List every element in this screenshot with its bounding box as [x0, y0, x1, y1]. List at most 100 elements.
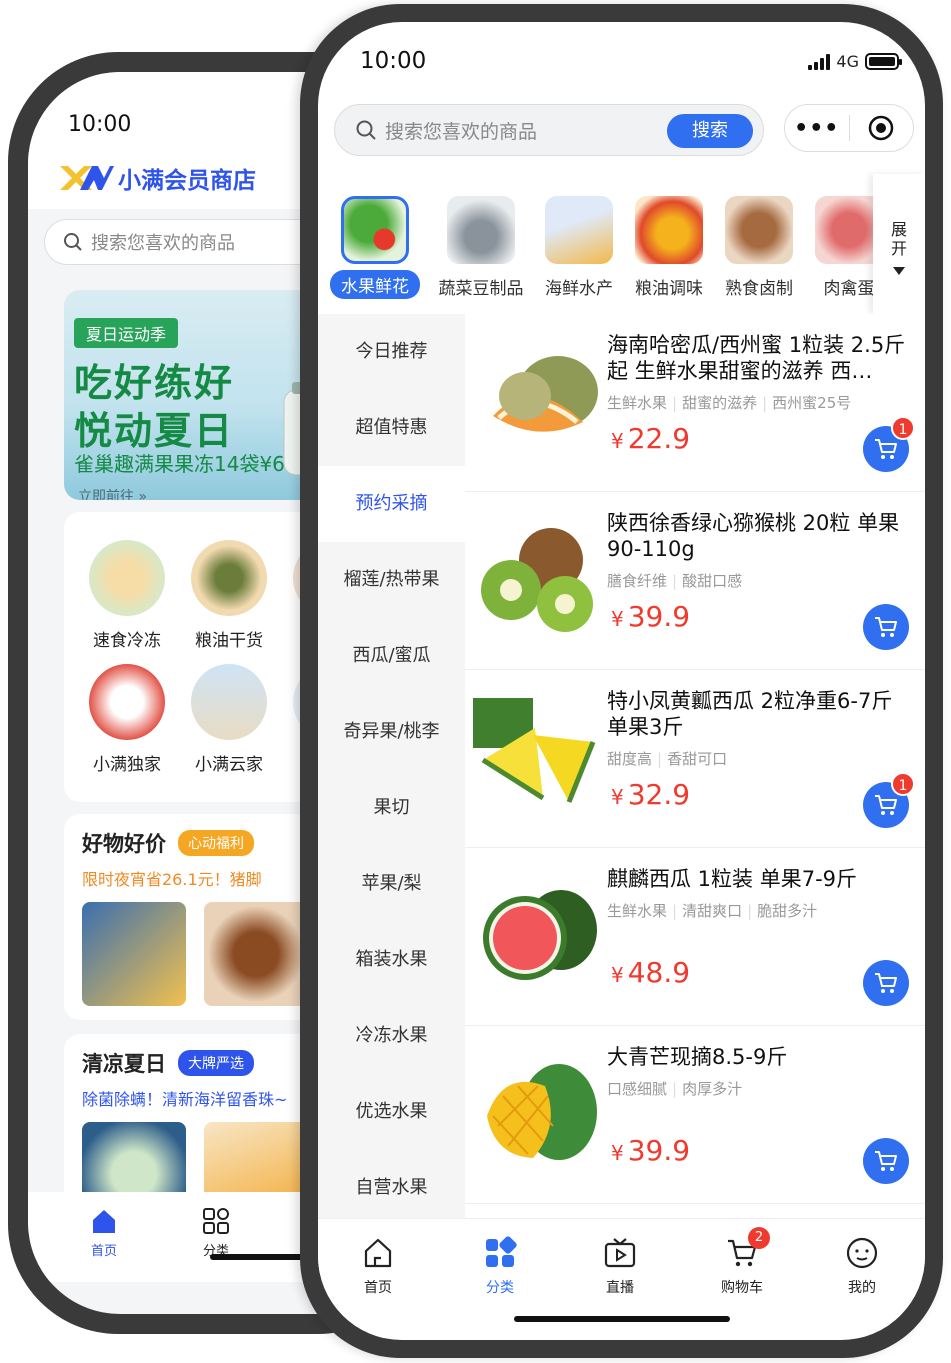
- pork-knuckle-image[interactable]: [204, 902, 308, 1006]
- back-tab-home[interactable]: 首页: [74, 1206, 134, 1259]
- top-category-grain[interactable]: 粮油调味: [624, 196, 714, 299]
- watermelon-image: [483, 890, 597, 980]
- product-card[interactable]: 大青芒现摘8.5-9斤 口感细腻 | 肉厚多汁 ¥39.9: [465, 1026, 925, 1204]
- product-tag: 西州蜜25号: [772, 394, 852, 412]
- product-card[interactable]: 特小凤黄瓤西瓜 2粒净重6-7斤 单果3斤 甜度高 | 香甜可口 ¥32.9 1: [465, 670, 925, 848]
- tab-profile[interactable]: 我的: [822, 1233, 902, 1297]
- product-tag: 生鲜水果: [607, 902, 668, 920]
- product-price: ¥22.9: [611, 422, 690, 455]
- currency-symbol: ¥: [611, 607, 624, 631]
- product-tag: 膳食纤维: [607, 572, 668, 590]
- add-to-cart-button[interactable]: 1: [863, 772, 915, 828]
- banner-promo-text: 雀巢趣满果果冻14袋¥69: [74, 452, 298, 476]
- top-category-label: 海鲜水产: [545, 279, 613, 299]
- category-item[interactable]: 粮油干货: [184, 540, 274, 651]
- side-nav-item[interactable]: 自营水果: [318, 1150, 465, 1226]
- product-tags: 生鲜水果 | 甜蜜的滋养 | 西州蜜25号: [607, 394, 852, 412]
- exclusive-image: [89, 664, 165, 740]
- mango-image: [487, 1064, 597, 1160]
- banner-headline-1: 吃好练好: [74, 361, 235, 405]
- tab-label: 我的: [848, 1280, 876, 1296]
- side-nav-item[interactable]: 榴莲/热带果: [318, 542, 465, 618]
- product-tags: 膳食纤维 | 酸甜口感: [607, 572, 743, 590]
- side-nav-item[interactable]: 今日推荐: [318, 314, 465, 390]
- top-category-deli[interactable]: 熟食卤制: [714, 196, 804, 299]
- product-card[interactable]: 麒麟西瓜 1粒装 单果7-9斤 生鲜水果 | 清甜爽口 | 脆甜多汁 ¥48.9: [465, 848, 925, 1026]
- cart-count-badge: 1: [891, 416, 915, 440]
- cantaloupe-image: [493, 356, 598, 432]
- product-tag: 生鲜水果: [607, 394, 668, 412]
- home-icon: [93, 1210, 115, 1233]
- product-title: 海南哈密瓜/西州蜜 1粒装 2.5斤起 生鲜水果甜蜜的滋养 西…: [607, 333, 906, 383]
- deal-badge: 心动福利: [178, 830, 254, 856]
- category-icon: [486, 1236, 517, 1267]
- more-menu-icon[interactable]: •••: [785, 116, 849, 141]
- add-to-cart-button[interactable]: [863, 960, 909, 1006]
- category-item[interactable]: 速食冷冻: [82, 540, 172, 651]
- cart-icon: [875, 617, 897, 637]
- side-nav-item[interactable]: 冷冻水果: [318, 998, 465, 1074]
- tab-label: 分类: [486, 1280, 514, 1296]
- braised-meat-image: [725, 196, 793, 264]
- vegetable-basket-image: [341, 196, 409, 264]
- side-nav-item[interactable]: 优选水果: [318, 1074, 465, 1150]
- front-phone-screen: 10:00 4G 搜索您喜欢的商品 搜索 ••• 水果鲜花 蔬菜豆制品 海鲜水产…: [318, 22, 925, 1340]
- front-phone: 10:00 4G 搜索您喜欢的商品 搜索 ••• 水果鲜花 蔬菜豆制品 海鲜水产…: [300, 4, 943, 1358]
- side-nav-item[interactable]: 超值特惠: [318, 390, 465, 466]
- close-target-icon[interactable]: [850, 115, 914, 141]
- yellow-watermelon-image: [473, 698, 596, 803]
- add-to-cart-button[interactable]: [863, 604, 909, 650]
- product-list: 海南哈密瓜/西州蜜 1粒装 2.5斤起 生鲜水果甜蜜的滋养 西… 生鲜水果 | 甜蜜…: [465, 314, 925, 1234]
- add-to-cart-button[interactable]: [863, 1138, 909, 1184]
- product-tag: 口感细腻: [607, 1080, 668, 1098]
- search-row: 搜索您喜欢的商品 搜索 •••: [334, 104, 925, 156]
- cart-icon: [875, 439, 897, 459]
- side-nav-item-active[interactable]: 预约采摘: [318, 466, 465, 542]
- home-goods-image: [191, 664, 267, 740]
- top-category-label: 熟食卤制: [725, 279, 793, 299]
- back-tab-category[interactable]: 分类: [186, 1206, 246, 1259]
- home-indicator: [514, 1316, 730, 1322]
- tab-category[interactable]: 分类: [460, 1233, 540, 1297]
- category-item[interactable]: 小满独家: [82, 664, 172, 775]
- add-to-cart-button[interactable]: 1: [863, 416, 915, 472]
- top-category-fruit[interactable]: 水果鲜花: [330, 196, 420, 299]
- product-tag: 清甜爽口: [682, 902, 743, 920]
- side-nav-item[interactable]: 奇异果/桃李: [318, 694, 465, 770]
- product-card[interactable]: 海南哈密瓜/西州蜜 1粒装 2.5斤起 生鲜水果甜蜜的滋养 西… 生鲜水果 | 甜蜜…: [465, 314, 925, 492]
- side-nav-item[interactable]: 果切: [318, 770, 465, 846]
- mockup-stage: 10:00 小满会员商店 搜索您喜欢的商品 夏日运动季 吃好练好 悦动夏日 雀巢…: [0, 0, 951, 1363]
- price-value: 39.9: [627, 600, 691, 633]
- side-nav-item[interactable]: 苹果/梨: [318, 846, 465, 922]
- currency-symbol: ¥: [611, 429, 624, 453]
- side-nav-item[interactable]: 箱装水果: [318, 922, 465, 998]
- tab-live[interactable]: 直播: [580, 1233, 660, 1297]
- category-item[interactable]: 小满云家: [184, 664, 274, 775]
- battery-icon: [865, 53, 902, 70]
- side-nav-item[interactable]: 西瓜/蜜瓜: [318, 618, 465, 694]
- product-tag: 肉厚多汁: [682, 1080, 743, 1098]
- bottom-tab-bar: 首页 分类 直播 2 购物车 我的: [318, 1218, 925, 1338]
- tab-cart[interactable]: 2 购物车: [702, 1227, 782, 1297]
- product-card[interactable]: 陕西徐香绿心猕猴桃 20粒 单果90-110g 膳食纤维 | 酸甜口感 ¥39.9: [465, 492, 925, 670]
- tab-home[interactable]: 首页: [338, 1233, 418, 1297]
- tab-label: 购物车: [721, 1280, 763, 1296]
- search-input[interactable]: 搜索您喜欢的商品 搜索: [334, 104, 764, 156]
- cart-icon: [875, 1151, 897, 1171]
- top-category-vegetable[interactable]: 蔬菜豆制品: [436, 196, 526, 299]
- home-icon: [364, 1238, 392, 1268]
- product-price: ¥32.9: [611, 778, 690, 811]
- back-tab-label: 首页: [90, 1244, 117, 1259]
- category-label: 小满云家: [195, 755, 263, 775]
- milk-image: [545, 196, 613, 264]
- grilled-fish-image[interactable]: [82, 902, 186, 1006]
- search-button[interactable]: 搜索: [667, 114, 753, 148]
- banner-more-link[interactable]: 立即前往 »: [78, 486, 147, 500]
- deal-title: 好物好价: [82, 832, 166, 856]
- expand-categories-button[interactable]: 展开: [873, 174, 925, 314]
- product-price: ¥39.9: [611, 600, 690, 633]
- banner-headline-2: 悦动夏日: [74, 409, 235, 453]
- category-label: 小满独家: [93, 755, 161, 775]
- top-category-strip: 水果鲜花 蔬菜豆制品 海鲜水产 粮油调味 熟食卤制 肉禽蛋 展开: [318, 174, 925, 314]
- top-category-seafood[interactable]: 海鲜水产: [534, 196, 624, 299]
